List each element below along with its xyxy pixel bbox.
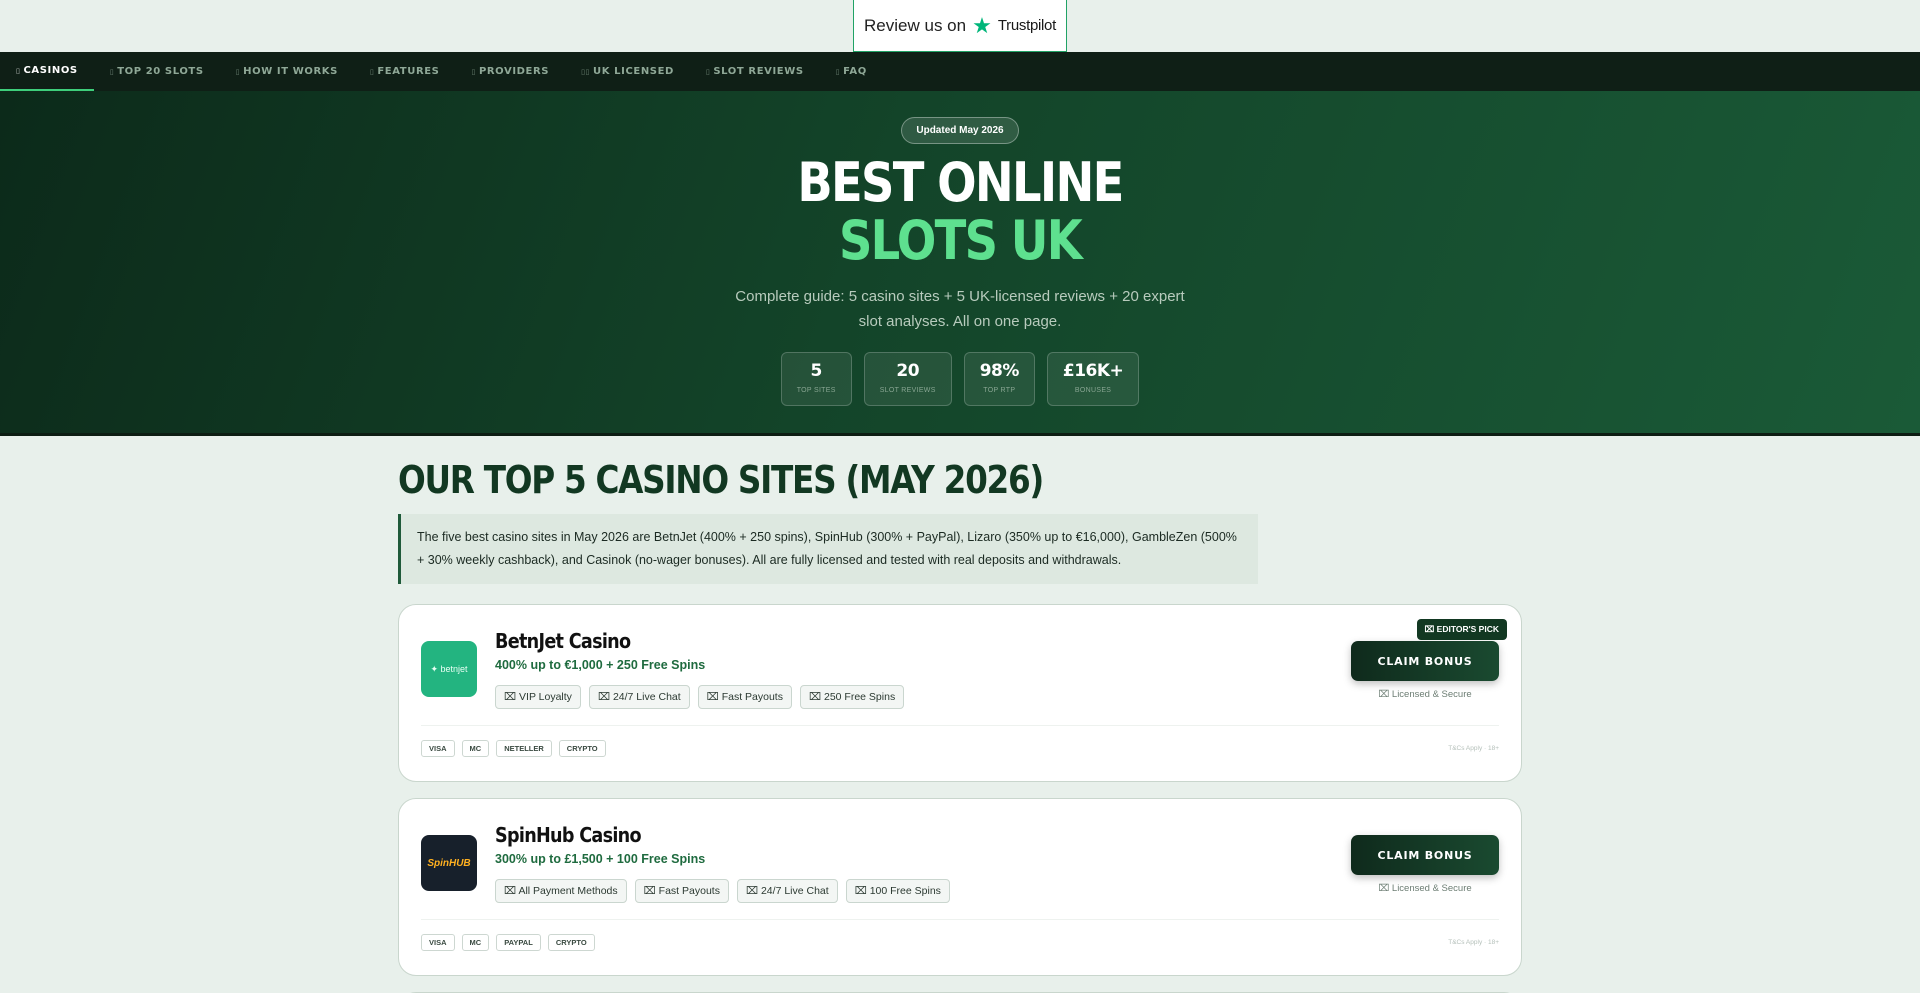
nav-icon: ▯▯ — [581, 67, 590, 76]
nav-item-slot-reviews[interactable]: ▯ SLOT REVIEWS — [690, 52, 820, 91]
casino-logo[interactable]: ✦ betnjet — [421, 641, 477, 697]
star-icon: ★ — [972, 12, 992, 38]
hero: Updated May 2026 BEST ONLINE SLOTS UK Co… — [0, 91, 1920, 436]
casino-offer: 300% up to £1,500 + 100 Free Spins — [495, 852, 706, 866]
nav-icon: ▯ — [109, 67, 115, 76]
stat-card: 20 SLOT REVIEWS — [863, 352, 952, 406]
hero-subtitle: Complete guide: 5 casino sites + 5 UK-li… — [735, 288, 1185, 330]
stat-label: BONUSES — [1074, 387, 1112, 394]
payment-badge: MC — [461, 934, 490, 951]
main-content: OUR TOP 5 CASINO SITES (MAY 2026) The fi… — [398, 436, 1522, 993]
nav-label: SLOT REVIEWS — [713, 66, 804, 77]
claim-bonus-button[interactable]: CLAIM BONUS — [1351, 641, 1499, 681]
nav-icon: ▯ — [369, 67, 375, 76]
stat-label: TOP RTP — [983, 387, 1016, 394]
licensed-secure-note: ⌧ Licensed & Secure — [1378, 689, 1472, 700]
main-nav: ▯ CASINOS ▯ TOP 20 SLOTS ▯ HOW IT WORKS ▯ FE… — [0, 52, 1920, 91]
nav-label: TOP 20 SLOTS — [117, 66, 204, 77]
payment-badge: CRYPTO — [558, 740, 606, 757]
feature-tags: ⌧ VIP Loyalty ⌧ 24/7 Live Chat ⌧ Fast Pa… — [495, 685, 1351, 709]
terms-note[interactable]: T&Cs Apply · 18+ — [1448, 939, 1499, 946]
nav-item-how-it-works[interactable]: ▯ HOW IT WORKS — [220, 52, 354, 91]
title-line-2: SLOTS UK — [838, 209, 1083, 272]
stat-value: 20 — [896, 361, 920, 381]
nav-icon: ▯ — [16, 66, 21, 75]
stat-card: 5 TOP SITES — [780, 352, 852, 406]
trustpilot-brand: Trustpilot — [997, 17, 1056, 34]
nav-label: FAQ — [843, 66, 867, 77]
stat-card: 98% TOP RTP — [963, 352, 1035, 406]
intro-summary: The five best casino sites in May 2026 a… — [398, 514, 1258, 584]
nav-item-features[interactable]: ▯ FEATURES — [354, 52, 456, 91]
updated-badge: Updated May 2026 — [901, 117, 1019, 144]
licensed-secure-note: ⌧ Licensed & Secure — [1378, 883, 1472, 894]
nav-icon: ▯ — [471, 67, 476, 76]
stat-label: TOP SITES — [796, 387, 836, 394]
trustpilot-review-link[interactable]: Review us on ★ Trustpilot — [853, 0, 1067, 52]
nav-label: FEATURES — [377, 66, 440, 77]
cta-block: CLAIM BONUS ⌧ Licensed & Secure — [1351, 641, 1499, 700]
trustpilot-label: Review us on — [864, 15, 967, 35]
stat-value: £16K+ — [1062, 361, 1124, 381]
payment-badge: MC — [461, 740, 490, 757]
nav-item-top-20-slots[interactable]: ▯ TOP 20 SLOTS — [94, 52, 220, 91]
nav-label: PROVIDERS — [478, 66, 550, 77]
trustpilot-bar: Review us on ★ Trustpilot — [0, 0, 1920, 52]
cta-block: CLAIM BONUS ⌧ Licensed & Secure — [1351, 835, 1499, 894]
nav-item-casinos[interactable]: ▯ CASINOS — [0, 52, 94, 91]
feature-tag: ⌧ All Payment Methods — [495, 879, 627, 903]
feature-tag: ⌧ 250 Free Spins — [799, 685, 905, 709]
nav-item-faq[interactable]: ▯ FAQ — [820, 52, 883, 91]
nav-icon: ▯ — [235, 67, 241, 76]
stat-value: 5 — [810, 361, 823, 381]
payment-badge: CRYPTO — [547, 934, 595, 951]
casino-card-betnjet: ⌧ EDITOR'S PICK ✦ betnjet BetnJet Casino… — [398, 604, 1522, 782]
nav-item-providers[interactable]: ▯ PROVIDERS — [455, 52, 565, 91]
editors-pick-badge: ⌧ EDITOR'S PICK — [1416, 619, 1507, 640]
feature-tags: ⌧ All Payment Methods ⌧ Fast Payouts ⌧ 2… — [495, 879, 1351, 903]
claim-bonus-button[interactable]: CLAIM BONUS — [1351, 835, 1499, 875]
nav-label: CASINOS — [23, 65, 78, 76]
stat-label: SLOT REVIEWS — [879, 387, 936, 394]
nav-icon: ▯ — [705, 67, 711, 76]
payment-badge: NETELLER — [496, 740, 552, 757]
nav-icon: ▯ — [835, 67, 841, 76]
payment-methods: VISA MC NETELLER CRYPTO — [421, 740, 606, 757]
nav-label: UK LICENSED — [593, 66, 674, 77]
payment-badge: PAYPAL — [496, 934, 541, 951]
payment-methods: VISA MC PAYPAL CRYPTO — [421, 934, 595, 951]
payment-badge: VISA — [421, 740, 455, 757]
hero-stats: 5 TOP SITES 20 SLOT REVIEWS 98% TOP RTP £16… — [0, 352, 1920, 406]
nav-label: HOW IT WORKS — [243, 66, 338, 77]
casino-offer: 400% up to €1,000 + 250 Free Spins — [495, 658, 706, 672]
nav-item-uk-licensed[interactable]: ▯▯ UK LICENSED — [565, 52, 690, 91]
casino-card-spinhub: SpinHUB SpinHub Casino 300% up to £1,500… — [398, 798, 1522, 976]
feature-tag: ⌧ 24/7 Live Chat — [588, 685, 690, 709]
feature-tag: ⌧ 100 Free Spins — [845, 879, 950, 903]
feature-tag: ⌧ 24/7 Live Chat — [736, 879, 838, 903]
page-title: BEST ONLINE SLOTS UK — [134, 154, 1785, 270]
casino-name[interactable]: BetnJet Casino — [495, 629, 1248, 653]
feature-tag: ⌧ Fast Payouts — [697, 685, 792, 709]
feature-tag: ⌧ Fast Payouts — [634, 879, 729, 903]
casino-logo[interactable]: SpinHUB — [421, 835, 477, 891]
section-heading: OUR TOP 5 CASINO SITES (MAY 2026) — [398, 458, 1044, 502]
casino-name[interactable]: SpinHub Casino — [495, 823, 1248, 847]
terms-note[interactable]: T&Cs Apply · 18+ — [1448, 745, 1499, 752]
title-line-1: BEST ONLINE — [797, 151, 1124, 214]
stat-value: 98% — [979, 361, 1020, 381]
stat-card: £16K+ BONUSES — [1046, 352, 1140, 406]
payment-badge: VISA — [421, 934, 455, 951]
feature-tag: ⌧ VIP Loyalty — [495, 685, 581, 709]
